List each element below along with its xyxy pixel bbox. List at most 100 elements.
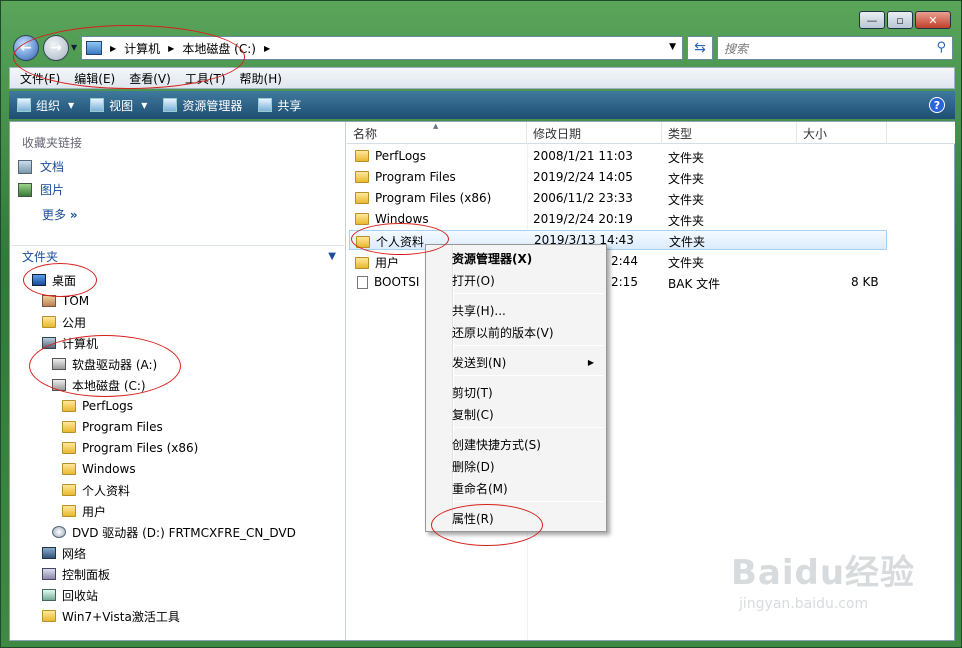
menu-view[interactable]: 查看(V) xyxy=(129,70,171,87)
menu-item-rename[interactable]: 重命名(M) xyxy=(452,478,602,498)
command-bar: 组织 ▼ 视图 ▼ 资源管理器 共享 ? xyxy=(9,91,955,119)
close-button[interactable]: ✕ xyxy=(915,11,951,29)
folder-icon xyxy=(62,484,76,496)
tree-item-activation-tool[interactable]: Win7+Vista激活工具 xyxy=(42,606,180,626)
column-label: 名称 xyxy=(353,126,378,141)
organize-label: 组织 xyxy=(36,98,61,113)
menu-item-delete[interactable]: 删除(D) xyxy=(452,456,602,476)
forward-button[interactable]: → xyxy=(43,35,69,61)
refresh-button[interactable]: ⇆ xyxy=(687,36,713,60)
watermark-brand: Baidu经验 xyxy=(731,553,916,593)
tree-item-recycle-bin[interactable]: 回收站 xyxy=(42,585,98,605)
favorite-pictures[interactable]: 图片 xyxy=(18,181,64,198)
views-button[interactable]: 视图 ▼ xyxy=(90,97,147,114)
share-label: 共享 xyxy=(277,98,302,113)
views-label: 视图 xyxy=(109,98,134,113)
search-placeholder: 搜索 xyxy=(724,41,749,56)
tree-item-program-files[interactable]: Program Files xyxy=(62,417,163,437)
folder-icon xyxy=(355,192,369,204)
menu-separator xyxy=(454,501,604,502)
double-chevron-icon: » xyxy=(69,208,78,222)
minimize-button[interactable]: — xyxy=(859,11,885,29)
organize-icon xyxy=(17,98,31,112)
address-bar[interactable]: ▶ 计算机 ▶ 本地磁盘 (C:) ▶ ▼ xyxy=(81,36,683,60)
menu-item-send-to[interactable]: 发送到(N) ▶ xyxy=(452,352,602,372)
menu-help[interactable]: 帮助(H) xyxy=(240,70,282,87)
control-panel-icon xyxy=(42,568,56,580)
file-date: 2008/1/21 11:03 xyxy=(533,149,633,163)
organize-button[interactable]: 组织 ▼ xyxy=(17,97,74,114)
tree-item-network[interactable]: 网络 xyxy=(42,543,86,563)
column-type[interactable]: 类型 xyxy=(662,122,797,144)
dvd-drive-icon xyxy=(52,526,66,538)
refresh-icon: ⇆ xyxy=(694,40,706,56)
table-row[interactable]: Windows 2019/2/24 20:19 文件夹 xyxy=(347,209,947,229)
address-dropdown-icon[interactable]: ▼ xyxy=(669,42,676,52)
back-button[interactable]: ← xyxy=(13,35,39,61)
menu-separator xyxy=(454,427,604,428)
menu-item-share[interactable]: 共享(H)... xyxy=(452,300,602,320)
table-row[interactable]: Program Files (x86) 2006/11/2 23:33 文件夹 xyxy=(347,188,947,208)
tree-item-users[interactable]: 用户 xyxy=(62,501,106,521)
tree-item-computer[interactable]: 计算机 xyxy=(42,333,98,353)
tree-label: 本地磁盘 (C:) xyxy=(72,378,146,393)
menu-item-create-shortcut[interactable]: 创建快捷方式(S) xyxy=(452,434,602,454)
search-icon[interactable]: ⚲ xyxy=(936,40,946,55)
recent-pages-dropdown[interactable]: ▼ xyxy=(71,43,77,52)
menu-item-open[interactable]: 打开(O) xyxy=(452,270,602,290)
chevron-down-icon: ▼ xyxy=(328,251,336,262)
menu-item-copy[interactable]: 复制(C) xyxy=(452,404,602,424)
help-icon[interactable]: ? xyxy=(929,97,945,113)
tree-item-program-files-x86[interactable]: Program Files (x86) xyxy=(62,438,198,458)
menu-file[interactable]: 文件(F) xyxy=(20,70,60,87)
breadcrumb-local-disk[interactable]: 本地磁盘 (C:) xyxy=(182,40,256,57)
tree-item-local-disk[interactable]: 本地磁盘 (C:) xyxy=(52,375,146,395)
tree-item-floppy[interactable]: 软盘驱动器 (A:) xyxy=(52,354,157,374)
tree-label: DVD 驱动器 (D:) FRTMCXFRE_CN_DVD xyxy=(72,525,296,540)
file-date: 2006/11/2 23:33 xyxy=(533,191,633,205)
tree-item-perflogs[interactable]: PerfLogs xyxy=(62,396,133,416)
tree-item-tom[interactable]: TOM xyxy=(42,291,89,311)
tree-item-personal[interactable]: 个人资料 xyxy=(62,480,130,500)
menu-item-explorer[interactable]: 资源管理器(X) xyxy=(452,248,602,268)
folders-header[interactable]: 文件夹 ▼ xyxy=(12,245,344,267)
menu-item-cut[interactable]: 剪切(T) xyxy=(452,382,602,402)
breadcrumb-separator-icon[interactable]: ▶ xyxy=(168,44,174,53)
tree-item-desktop[interactable]: 桌面 xyxy=(32,270,76,290)
maximize-button[interactable]: ▫ xyxy=(887,11,913,29)
explorer-label: 资源管理器 xyxy=(182,98,243,113)
search-input[interactable]: 搜索 ⚲ xyxy=(717,36,953,60)
menu-tools[interactable]: 工具(T) xyxy=(185,70,226,87)
favorite-documents[interactable]: 文档 xyxy=(18,158,64,175)
folder-icon xyxy=(355,213,369,225)
explorer-button[interactable]: 资源管理器 xyxy=(163,97,242,114)
tree-label: 回收站 xyxy=(62,588,99,603)
menu-item-restore-versions[interactable]: 还原以前的版本(V) xyxy=(452,322,602,342)
table-row[interactable]: Program Files 2019/2/24 14:05 文件夹 xyxy=(347,167,947,187)
tree-item-dvd[interactable]: DVD 驱动器 (D:) FRTMCXFRE_CN_DVD xyxy=(52,522,296,542)
tree-item-control-panel[interactable]: 控制面板 xyxy=(42,564,110,584)
share-button[interactable]: 共享 xyxy=(258,97,301,114)
column-size[interactable]: 大小 xyxy=(797,122,887,144)
menu-bar: 文件(F) 编辑(E) 查看(V) 工具(T) 帮助(H) xyxy=(9,67,955,89)
folder-icon xyxy=(62,400,76,412)
file-name: 用户 xyxy=(375,256,400,270)
menu-edit[interactable]: 编辑(E) xyxy=(74,70,115,87)
recycle-bin-icon xyxy=(42,589,56,601)
menu-item-properties[interactable]: 属性(R) xyxy=(452,508,602,528)
sort-up-icon: ▲ xyxy=(433,122,439,130)
breadcrumb-computer[interactable]: 计算机 xyxy=(124,40,160,57)
tree-item-public[interactable]: 公用 xyxy=(42,312,86,332)
file-type: 文件夹 xyxy=(668,256,705,270)
table-row[interactable]: PerfLogs 2008/1/21 11:03 文件夹 xyxy=(347,146,947,166)
breadcrumb-separator-icon[interactable]: ▶ xyxy=(264,44,270,53)
tree-label: Windows xyxy=(82,462,136,476)
tree-label: 软盘驱动器 (A:) xyxy=(72,357,158,372)
watermark: Baidu经验 jingyan.baidu.com xyxy=(731,545,915,612)
tree-item-windows[interactable]: Windows xyxy=(62,459,136,479)
more-link[interactable]: 更多 » xyxy=(42,206,78,223)
file-date: 2:15 xyxy=(611,275,638,289)
breadcrumb-separator-icon[interactable]: ▶ xyxy=(110,44,116,53)
folder-icon xyxy=(62,505,76,517)
column-date[interactable]: 修改日期 xyxy=(527,122,662,144)
